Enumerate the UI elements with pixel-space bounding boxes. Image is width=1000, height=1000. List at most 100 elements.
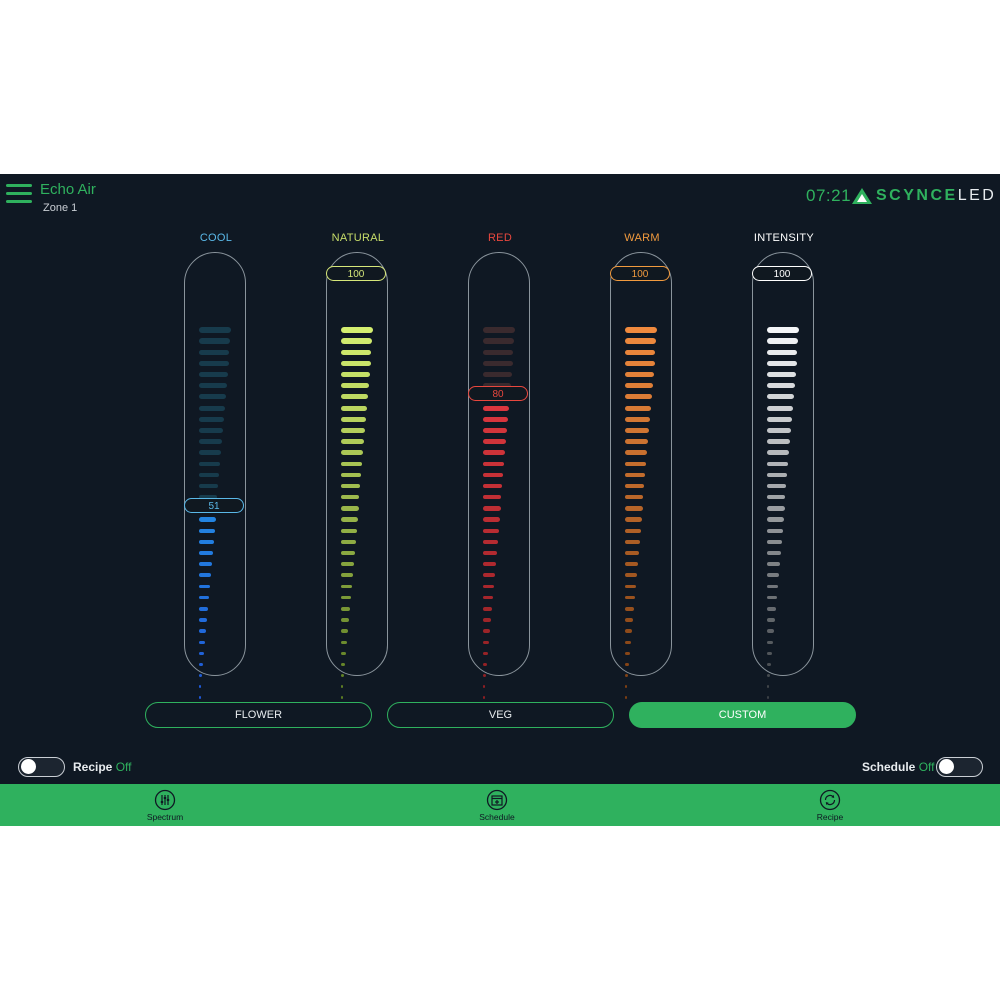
slider-segment (341, 372, 370, 378)
slider-segment (625, 349, 656, 355)
slider-segment (341, 383, 369, 389)
slider-segment (199, 696, 201, 700)
slider-segment (767, 483, 787, 489)
hamburger-menu-icon[interactable] (6, 184, 32, 204)
slider-segment (625, 640, 631, 644)
recipe-toggle[interactable] (18, 757, 65, 777)
slider-segment (341, 472, 362, 478)
slider-segment (767, 450, 790, 455)
preset-veg-button[interactable]: VEG (387, 702, 614, 728)
slider-segment (341, 495, 360, 500)
slider-segment (767, 461, 789, 467)
slider-segment (483, 360, 513, 367)
slider-segment (341, 528, 357, 533)
slider-value-badge[interactable]: 51 (184, 497, 244, 513)
slider-segment (483, 327, 515, 333)
slider-segment (199, 551, 213, 555)
clock: 07:21 (806, 186, 852, 205)
slider-segment (767, 562, 780, 567)
nav-schedule[interactable]: Schedule (457, 789, 537, 822)
slider-segment (625, 495, 644, 500)
slider-segment (341, 573, 353, 578)
slider-segment (625, 606, 634, 611)
slider-segment (341, 539, 356, 544)
slider-segment (199, 360, 229, 367)
slider-segment (625, 629, 632, 633)
slider-segment (625, 439, 649, 444)
slider-segment (767, 338, 799, 344)
channel-label: NATURAL (331, 232, 385, 244)
slider-segment (625, 562, 638, 567)
slider-segment (341, 439, 365, 444)
slider-segment (341, 696, 343, 700)
slider-segment (767, 584, 778, 589)
slider-segment (483, 696, 485, 700)
slider-segment (767, 618, 775, 622)
slider-segment (625, 517, 642, 522)
zone-label: Zone 1 (43, 202, 78, 214)
slider-segment (625, 584, 636, 589)
slider-segment (199, 338, 231, 344)
slider-segment (341, 338, 373, 344)
slider-segment (767, 360, 797, 367)
slider-segment (199, 674, 202, 678)
slider-segment (625, 472, 646, 478)
slider-segment (625, 685, 627, 689)
channel-label: RED (487, 232, 513, 244)
slider-value-badge[interactable]: 80 (468, 386, 528, 402)
slider-segment (767, 517, 784, 522)
slider-segment (625, 662, 629, 667)
slider-segment (483, 461, 505, 467)
app-title: Echo Air (40, 181, 96, 198)
slider-value-badge[interactable]: 100 (326, 266, 386, 281)
slider-segment (483, 450, 506, 455)
slider-segment (625, 506, 643, 511)
slider-segment (767, 640, 773, 644)
slider-segment (625, 539, 640, 544)
slider-segment (625, 327, 657, 333)
slider-segment (341, 618, 349, 622)
slider-segment (483, 551, 497, 555)
slider-segment (199, 539, 214, 544)
slider-segment (341, 483, 361, 489)
slider-segment (483, 674, 486, 678)
slider-segment (199, 584, 210, 589)
recipe-state-text: Off (115, 760, 132, 774)
channel-cool: COOL 51 (184, 230, 294, 700)
nav-spectrum[interactable]: Spectrum (125, 789, 205, 822)
slider-segment (767, 539, 782, 544)
schedule-toggle[interactable] (936, 757, 983, 777)
slider-segment (199, 651, 204, 655)
slider-segment (199, 372, 228, 378)
channel-warm: WARM 100 (610, 230, 720, 700)
schedule-state-text: Off (918, 760, 935, 774)
slider-segment (625, 383, 653, 389)
schedule-toggle-label: Schedule Off (862, 760, 935, 774)
preset-flower-button[interactable]: FLOWER (145, 702, 372, 728)
slider-segment (483, 517, 500, 522)
slider-segment (341, 595, 351, 600)
slider-segment (483, 427, 508, 433)
channel-label: WARM (624, 232, 660, 244)
slider-segment (767, 662, 771, 667)
slider-value-badge[interactable]: 100 (610, 266, 670, 281)
slider-segment (199, 427, 224, 433)
slider-segment (341, 629, 348, 633)
channel-red: RED 80 (468, 230, 578, 700)
slider-segment (767, 416, 792, 422)
spectrum-icon (154, 789, 176, 811)
preset-custom-button[interactable]: CUSTOM (629, 702, 856, 728)
app-screen: Echo Air Zone 1 07:21 SCYNCELED COOL 51 … (0, 174, 1000, 826)
slider-segment (625, 483, 645, 489)
slider-segment (483, 662, 487, 667)
slider-segment (767, 696, 769, 700)
slider-segment (341, 551, 355, 555)
nav-recipe[interactable]: Recipe (790, 789, 870, 822)
slider-value-badge[interactable]: 100 (752, 266, 812, 281)
channel-intensity: INTENSITY 100 (752, 230, 862, 700)
slider-segment (199, 450, 222, 455)
slider-segment (767, 551, 781, 555)
slider-segment (199, 618, 207, 622)
slider-segment (199, 685, 201, 689)
slider-segment (483, 338, 515, 344)
